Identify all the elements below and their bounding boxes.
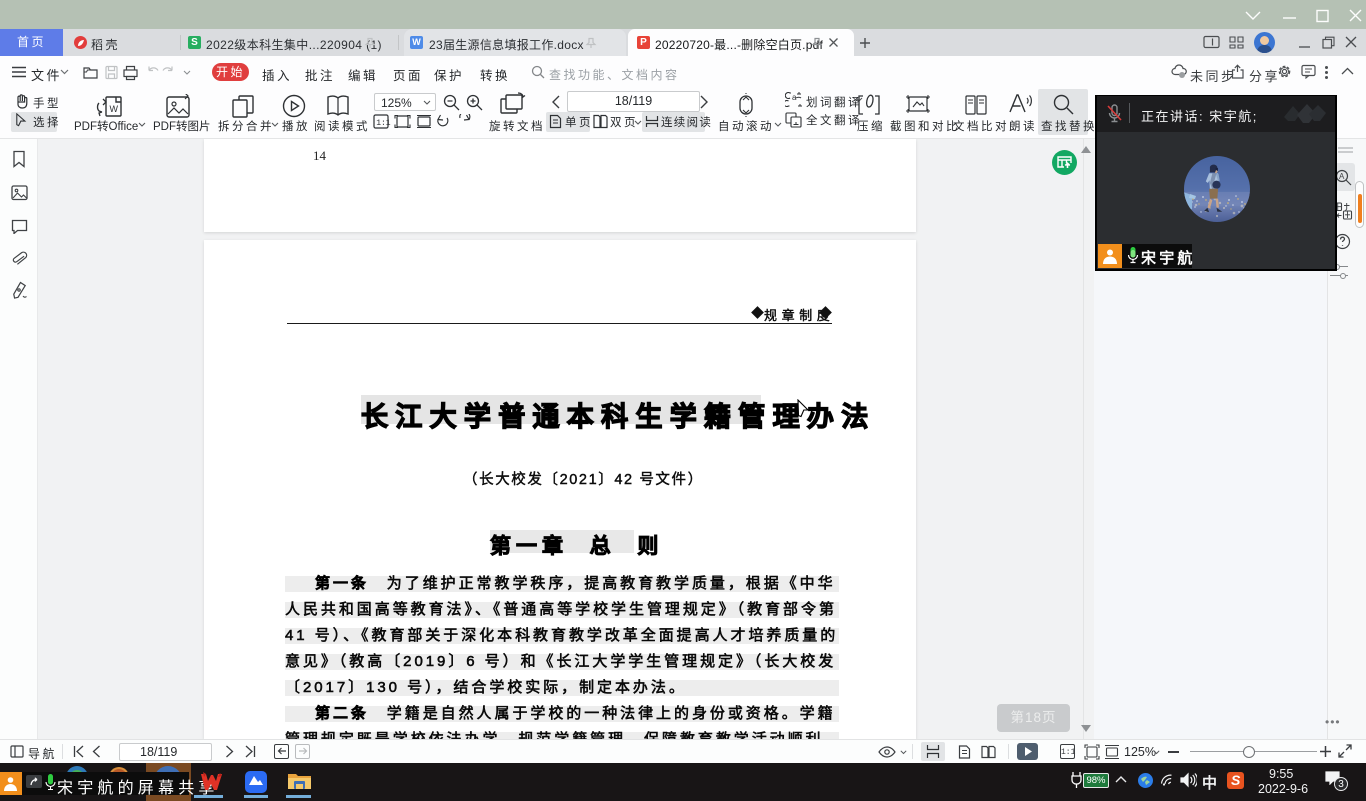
svg-text:A: A bbox=[1339, 172, 1345, 181]
svg-text:W: W bbox=[110, 104, 119, 114]
svg-text:1:1: 1:1 bbox=[376, 119, 391, 128]
